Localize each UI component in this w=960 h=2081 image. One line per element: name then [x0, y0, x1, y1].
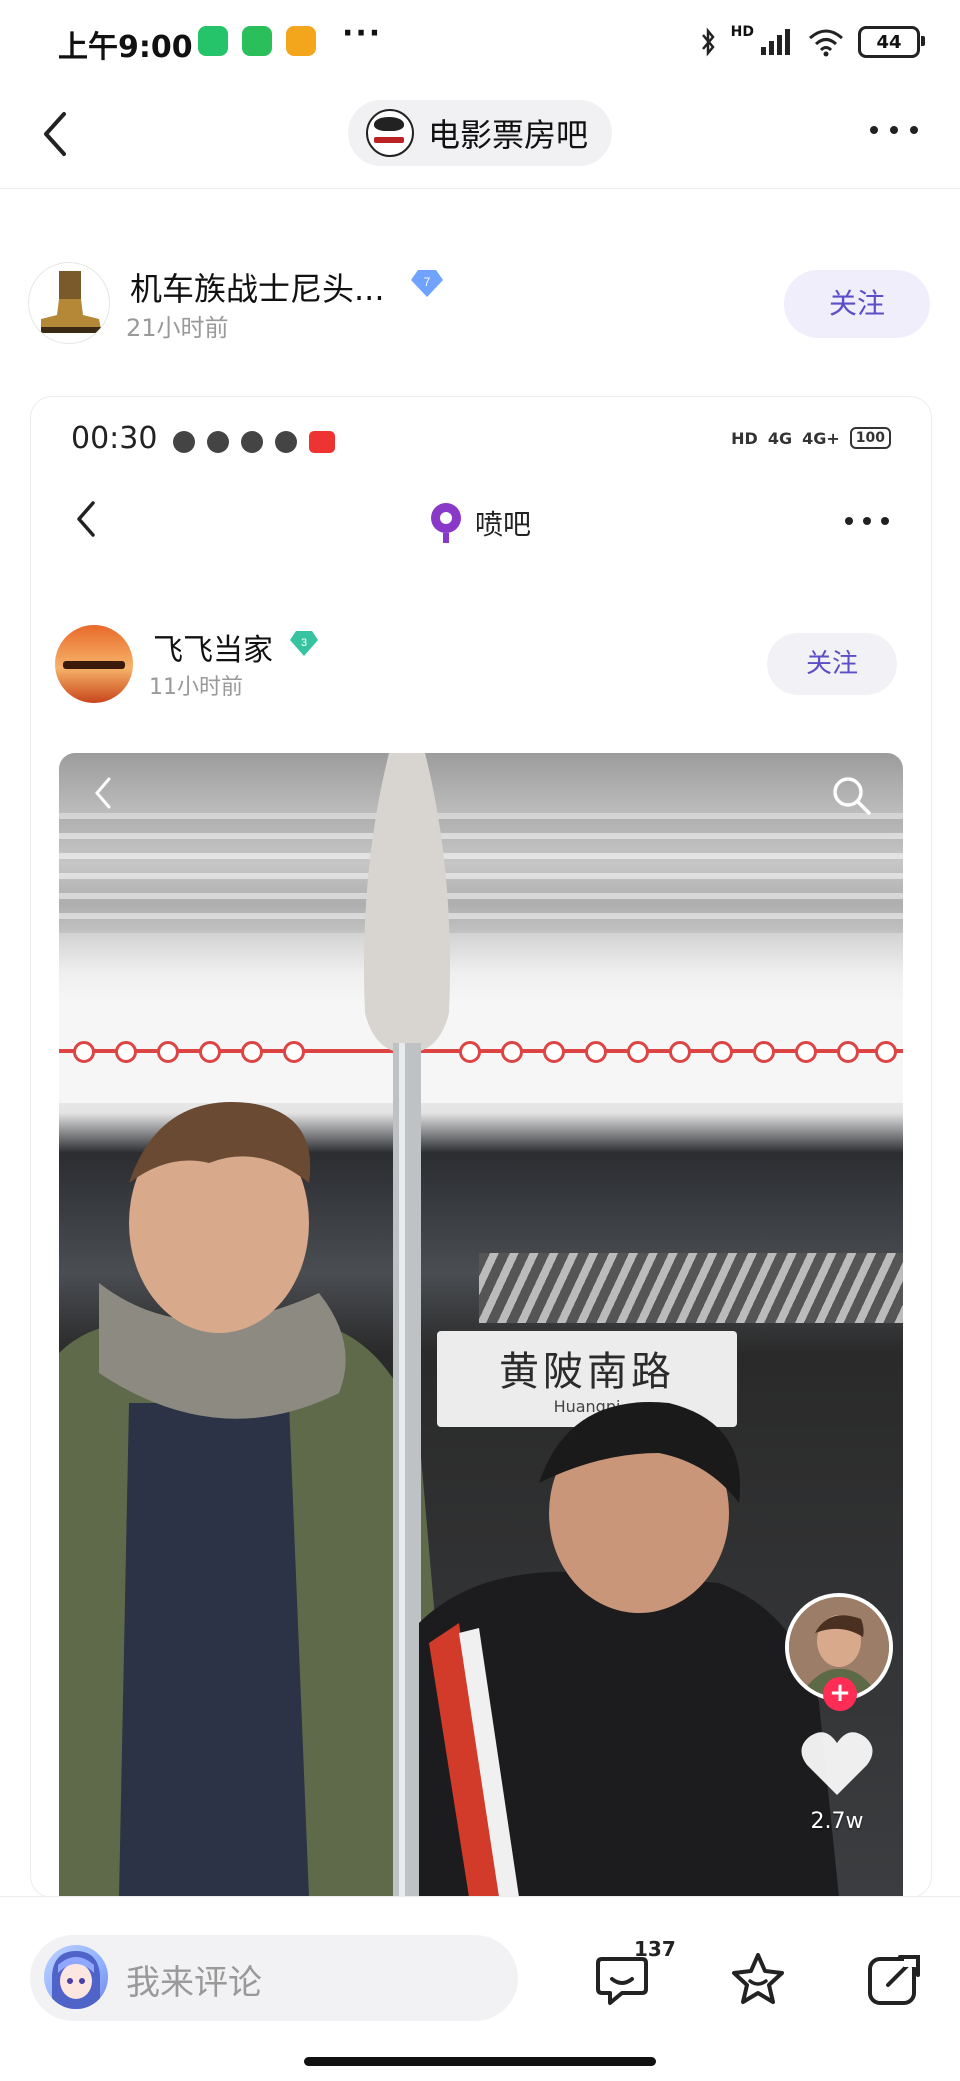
- more-icon[interactable]: [866, 110, 922, 150]
- embedded-status-bar: 00:30 HD 4G 4G+ 100: [71, 417, 891, 467]
- like-count: 2.7w: [810, 1809, 864, 1834]
- embedded-app-icons: [173, 431, 335, 453]
- status-bar: 上午9:00 ··· HD 44: [0, 0, 960, 84]
- forum-pill[interactable]: 电影票房吧: [348, 100, 612, 166]
- embedded-4g-label: 4G: [767, 428, 793, 448]
- embedded-forum-icon: [431, 503, 461, 543]
- search-icon: [833, 777, 871, 815]
- ceiling-lights: [59, 813, 903, 933]
- ceiling-vent: [479, 1253, 903, 1323]
- app-notification-icon: [198, 26, 228, 56]
- star-icon[interactable]: [728, 1949, 788, 2009]
- wechat-icon: [242, 26, 272, 56]
- embedded-post-time: 11小时前: [149, 675, 243, 700]
- embedded-back-icon: [77, 501, 95, 537]
- embedded-more-icon: [845, 517, 889, 525]
- status-time: 上午9:00: [58, 30, 193, 65]
- follow-creator-icon: +: [823, 1677, 857, 1711]
- battery-indicator: 44: [858, 26, 925, 58]
- embedded-forum-name: 喷吧: [475, 508, 532, 541]
- back-icon[interactable]: [36, 106, 76, 162]
- author-level: 7: [424, 275, 431, 289]
- nav-bar: 电影票房吧: [0, 84, 960, 189]
- embedded-level-badge-icon: 3: [290, 631, 318, 656]
- scrolled-content-edge: [46, 178, 246, 194]
- message-icon: [286, 26, 316, 56]
- embedded-forum-title: 喷吧: [427, 497, 531, 549]
- embedded-follow-button: 关注: [767, 633, 897, 695]
- comment-input[interactable]: 我来评论: [30, 1935, 518, 2021]
- embedded-4g-plus-label: 4G+: [802, 428, 840, 448]
- reply-count: 137: [634, 1937, 676, 1961]
- network-type-label: HD: [730, 24, 754, 40]
- heart-icon: [801, 1732, 873, 1795]
- embedded-author-name: 飞飞当家: [153, 633, 273, 668]
- wifi-icon: [809, 29, 843, 57]
- embedded-status-time: 00:30: [71, 421, 158, 456]
- comment-placeholder: 我来评论: [126, 1963, 262, 2003]
- verified-badge-icon: 7: [411, 270, 443, 297]
- status-more-icon: ···: [342, 16, 383, 51]
- author-name[interactable]: 机车族战士尼头...: [130, 264, 385, 310]
- boot-avatar-icon: [41, 271, 101, 333]
- my-avatar: [44, 1945, 108, 2009]
- embedded-screenshot[interactable]: 00:30 HD 4G 4G+ 100 喷吧 飞飞当家 3 11小时前 关注 黄…: [30, 396, 932, 1898]
- video-frame[interactable]: 黄陂南路 Huangpi + 2.7w: [59, 753, 903, 1897]
- embedded-hd-label: HD: [731, 428, 758, 448]
- author-avatar[interactable]: [28, 262, 110, 344]
- follow-button[interactable]: 关注: [784, 270, 930, 338]
- forum-name: 电影票房吧: [428, 116, 589, 154]
- video-back-icon: [95, 777, 111, 809]
- bottom-bar: 我来评论 137: [0, 1896, 960, 2081]
- forum-avatar: [366, 109, 414, 157]
- status-right-icons: HD 44: [699, 24, 925, 60]
- embedded-author-avatar: [55, 625, 133, 703]
- home-indicator: [304, 2057, 656, 2066]
- post-time: 21小时前: [126, 314, 229, 342]
- signal-icon: [761, 29, 790, 55]
- share-icon[interactable]: [864, 1949, 924, 2009]
- bluetooth-icon: [701, 27, 715, 57]
- embedded-author-level: 3: [301, 637, 307, 649]
- embedded-battery: 100: [849, 427, 891, 449]
- embedded-status-right: HD 4G 4G+ 100: [731, 427, 891, 449]
